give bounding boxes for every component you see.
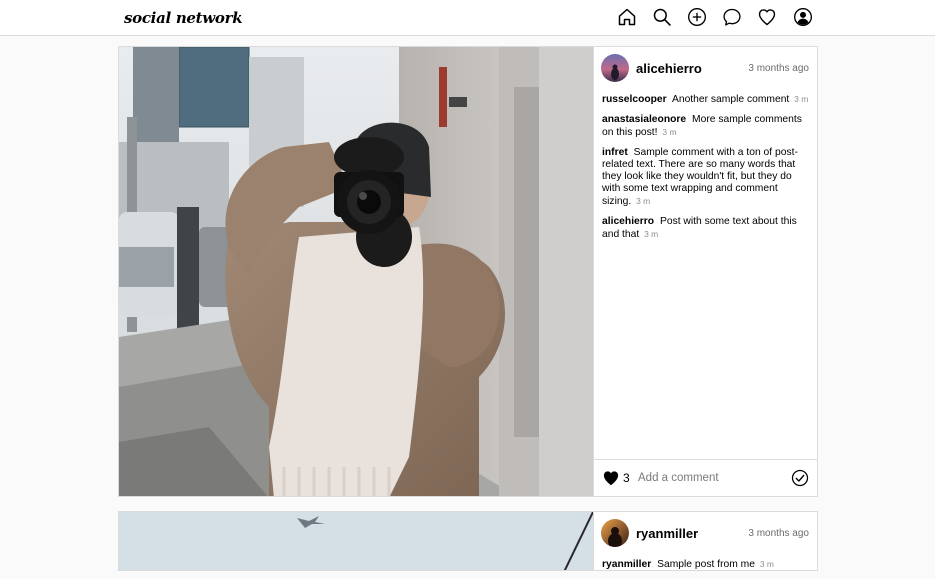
post-photo[interactable]: [119, 47, 593, 496]
add-comment-input[interactable]: [636, 468, 790, 488]
like-count: 3: [623, 471, 630, 485]
post-card: ryanmiller 3 months ago ryanmiller Sampl…: [118, 511, 818, 571]
post-timestamp: 3 months ago: [748, 528, 809, 539]
post-photo[interactable]: [119, 512, 593, 570]
comment-time: 3 m: [644, 229, 659, 239]
comment-username[interactable]: infret: [602, 147, 628, 158]
messages-icon[interactable]: [722, 7, 742, 27]
comments-list: ryanmiller Sample post from me 3 m: [602, 558, 809, 579]
post-sidebar: alicehierro 3 months ago russelcooper An…: [593, 47, 817, 496]
comment-time: 3 m: [794, 94, 809, 104]
post-header: alicehierro 3 months ago: [594, 47, 817, 91]
avatar[interactable]: [601, 54, 629, 82]
post-sidebar: ryanmiller 3 months ago ryanmiller Sampl…: [593, 512, 817, 570]
comment-username[interactable]: alicehierro: [602, 216, 654, 227]
comment-item: infret Sample comment with a ton of post…: [602, 147, 809, 208]
post-timestamp: 3 months ago: [748, 63, 809, 74]
comment-username[interactable]: anastasialeonore: [602, 114, 686, 125]
avatar[interactable]: [601, 519, 629, 547]
comment-text: Another sample comment: [671, 94, 790, 105]
activity-heart-icon[interactable]: [757, 7, 777, 27]
comment-time: 3 m: [636, 196, 651, 206]
app-logo[interactable]: social network: [124, 9, 243, 27]
comment-item: russelcooper Another sample comment 3 m: [602, 93, 809, 106]
post-username[interactable]: alicehierro: [636, 61, 702, 76]
like-heart-icon[interactable]: [602, 469, 620, 487]
comment-username[interactable]: russelcooper: [602, 94, 667, 105]
post-header: ryanmiller 3 months ago: [594, 512, 817, 556]
comment-time: 3 m: [759, 559, 775, 569]
comment-time: 3 m: [662, 127, 677, 137]
top-nav-bar: social network: [0, 0, 935, 36]
profile-icon[interactable]: [793, 7, 813, 27]
post-actions-bar: 3: [594, 459, 817, 496]
comment-item: ryanmiller Sample post from me 3 m: [602, 558, 809, 571]
comment-text: Sample post from me: [657, 559, 755, 570]
post-username[interactable]: ryanmiller: [636, 526, 698, 541]
comments-list: russelcooper Another sample comment 3 m …: [602, 93, 809, 249]
post-photo-street-photographer: [119, 47, 593, 496]
post-photo-sky: [119, 512, 593, 570]
submit-comment-check-icon[interactable]: [791, 469, 809, 487]
search-icon[interactable]: [652, 7, 672, 27]
home-icon[interactable]: [617, 7, 637, 27]
add-post-icon[interactable]: [687, 7, 707, 27]
post-card: alicehierro 3 months ago russelcooper An…: [118, 46, 818, 497]
comment-item: alicehierro Post with some text about th…: [602, 216, 809, 241]
comment-text: Sample comment with a ton of post-relate…: [602, 147, 798, 207]
comment-username[interactable]: ryanmiller: [602, 559, 651, 570]
comment-item: anastasialeonore More sample comments on…: [602, 114, 809, 139]
